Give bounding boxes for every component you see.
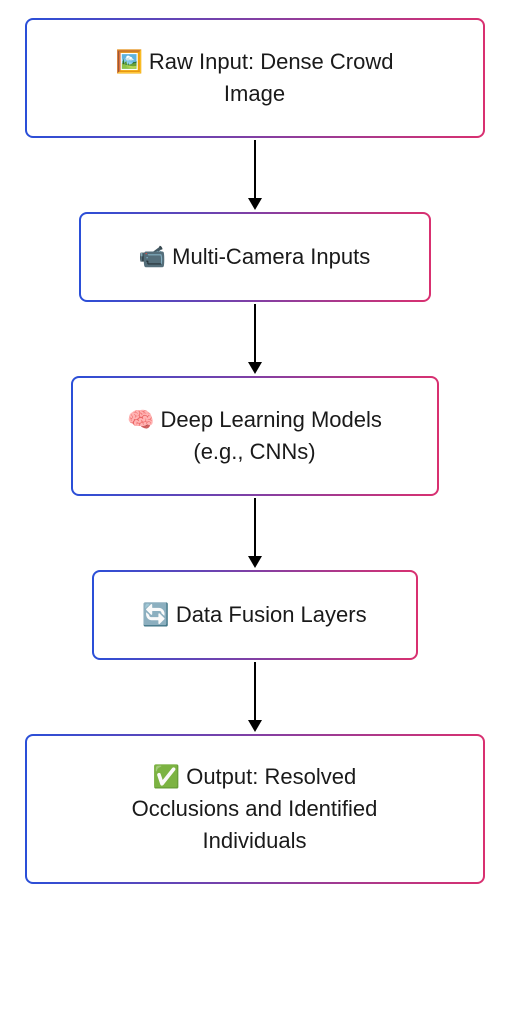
camera-icon: 📹 — [139, 244, 166, 269]
arrow-down-icon — [245, 496, 265, 570]
node-text-line: Individuals — [203, 825, 307, 857]
arrow-down-icon — [245, 138, 265, 212]
image-icon: 🖼️ — [116, 49, 143, 74]
node-text: Deep Learning Models — [161, 407, 382, 432]
flow-node-data-fusion: 🔄 Data Fusion Layers — [92, 570, 418, 660]
arrow-down-icon — [245, 302, 265, 376]
brain-icon: 🧠 — [127, 407, 154, 432]
node-text-line: 🧠 Deep Learning Models — [127, 404, 382, 436]
flow-arrow — [24, 660, 485, 734]
node-text-line: ✅Output: Resolved — [153, 761, 356, 793]
node-text: Raw Input: Dense Crowd — [149, 49, 394, 74]
flow-arrow — [24, 302, 485, 376]
flow-node-multi-camera: 📹Multi-Camera Inputs — [79, 212, 431, 302]
flow-node-raw-input: 🖼️Raw Input: Dense Crowd Image — [25, 18, 485, 138]
refresh-icon: 🔄 — [142, 602, 169, 627]
check-icon: ✅ — [153, 764, 180, 789]
node-text: Multi-Camera Inputs — [172, 244, 370, 269]
flow-arrow — [24, 138, 485, 212]
node-text-line: 🔄 Data Fusion Layers — [142, 599, 366, 631]
node-text-line: 🖼️Raw Input: Dense Crowd — [116, 46, 394, 78]
node-text-line: Image — [224, 78, 285, 110]
flow-node-deep-learning: 🧠 Deep Learning Models (e.g., CNNs) — [71, 376, 439, 496]
flow-arrow — [24, 496, 485, 570]
node-text-line: Occlusions and Identified — [132, 793, 378, 825]
arrow-down-icon — [245, 660, 265, 734]
node-text: Data Fusion Layers — [176, 602, 367, 627]
node-text: Output: Resolved — [186, 764, 356, 789]
flow-node-output: ✅Output: Resolved Occlusions and Identif… — [25, 734, 485, 884]
node-text-line: (e.g., CNNs) — [193, 436, 315, 468]
node-text-line: 📹Multi-Camera Inputs — [139, 241, 370, 273]
